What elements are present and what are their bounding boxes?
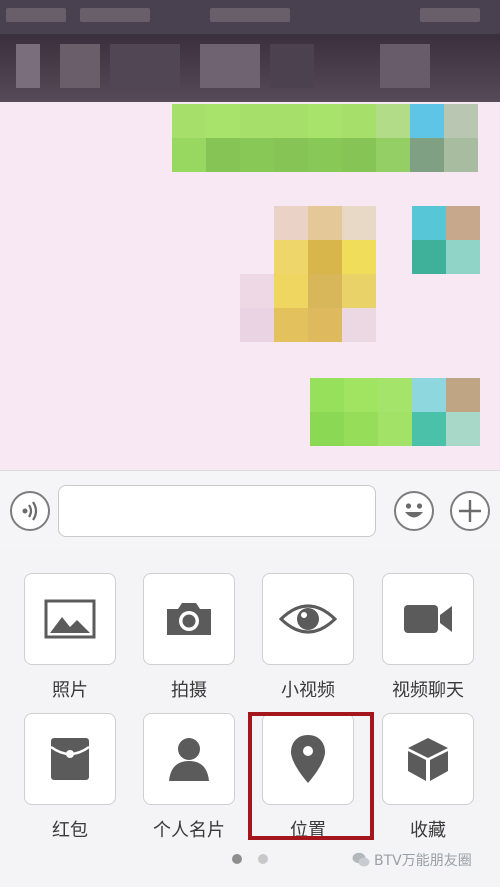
contact-card-label: 个人名片 xyxy=(153,820,225,841)
plus-icon xyxy=(459,500,481,522)
wechat-logo-icon xyxy=(352,852,370,867)
video-chat-button[interactable] xyxy=(382,573,474,665)
nav-blur xyxy=(380,44,430,88)
input-bar xyxy=(0,470,500,550)
avatar[interactable] xyxy=(412,206,480,274)
page-indicator-dot xyxy=(258,854,268,864)
page-indicator-dot-active xyxy=(232,854,242,864)
status-blur xyxy=(6,8,66,22)
photo-button[interactable] xyxy=(24,573,116,665)
chat-area xyxy=(0,102,500,470)
status-bar xyxy=(0,0,500,34)
voice-button[interactable] xyxy=(10,491,50,531)
photo-icon xyxy=(44,599,96,639)
camera-label: 拍摄 xyxy=(171,680,207,701)
favorites-button[interactable] xyxy=(382,713,474,805)
short-video-button[interactable] xyxy=(262,573,354,665)
emoji-button[interactable] xyxy=(394,491,434,531)
message-bubble xyxy=(310,378,480,446)
message-bubble xyxy=(240,206,376,342)
red-packet-label: 红包 xyxy=(52,820,88,841)
nav-blur xyxy=(60,44,100,88)
red-packet-icon xyxy=(50,738,90,780)
camera-icon xyxy=(167,603,211,635)
smiley-icon xyxy=(405,503,423,518)
message-bubble xyxy=(172,104,478,172)
watermark-text: BTV万能朋友圈 xyxy=(374,853,472,869)
status-blur xyxy=(80,8,150,22)
watermark: BTV万能朋友圈 xyxy=(352,850,472,870)
nav-bar xyxy=(0,34,500,102)
video-chat-label: 视频聊天 xyxy=(392,680,464,701)
status-blur xyxy=(210,8,290,22)
message-input[interactable] xyxy=(58,485,376,537)
favorites-label: 收藏 xyxy=(410,820,446,841)
short-video-label: 小视频 xyxy=(281,680,335,701)
favorites-box-icon xyxy=(408,738,448,781)
eye-icon xyxy=(278,604,338,634)
photo-label: 照片 xyxy=(52,680,88,701)
camera-button[interactable] xyxy=(143,573,235,665)
contact-card-button[interactable] xyxy=(143,713,235,805)
video-camera-icon xyxy=(404,605,452,633)
more-button[interactable] xyxy=(450,491,490,531)
highlight-box xyxy=(248,712,374,840)
back-button[interactable] xyxy=(16,44,40,88)
nav-blur xyxy=(200,44,260,88)
voice-icon xyxy=(22,501,38,521)
status-blur xyxy=(420,8,480,22)
nav-blur xyxy=(110,44,180,88)
red-packet-button[interactable] xyxy=(24,713,116,805)
contact-card-icon xyxy=(169,738,209,781)
nav-blur xyxy=(270,44,314,88)
